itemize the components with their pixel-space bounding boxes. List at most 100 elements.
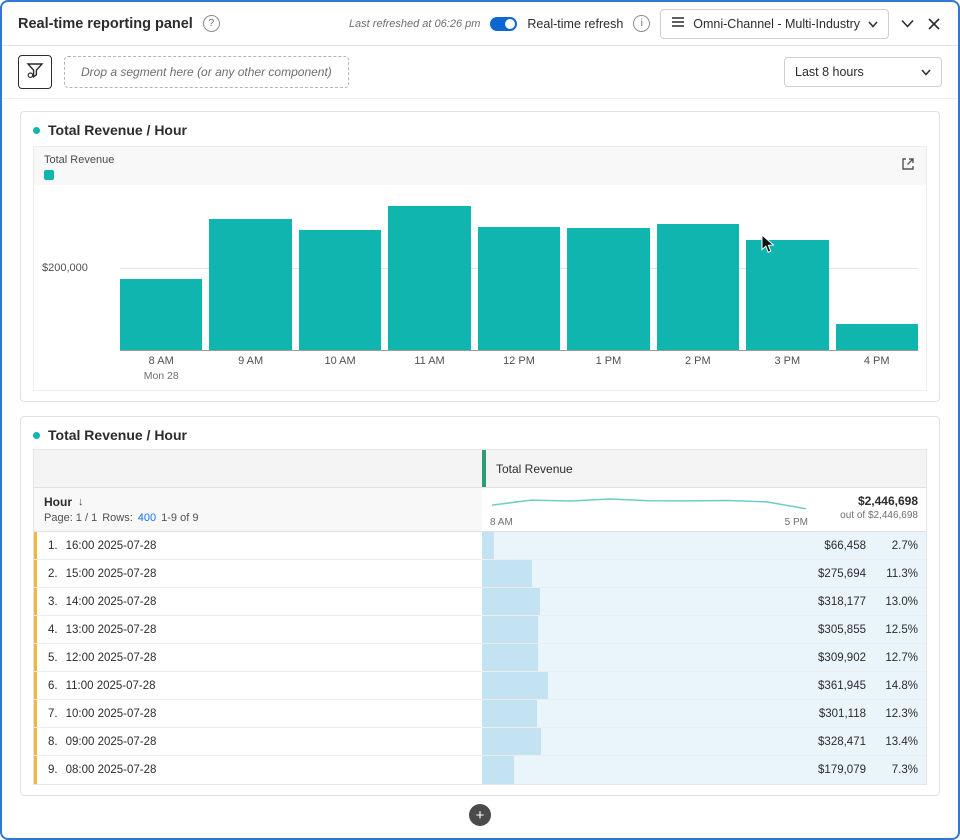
cell-bar-fill xyxy=(482,532,494,559)
revenue-value: $328,471 xyxy=(818,735,866,748)
hour-value: 12:00 2025-07-28 xyxy=(65,651,157,664)
revenue-value: $318,177 xyxy=(818,595,866,608)
data-view-select[interactable]: Omni-Channel - Multi-Industry xyxy=(660,8,889,39)
chart-bar[interactable] xyxy=(835,191,918,350)
export-chart-icon[interactable] xyxy=(898,154,918,174)
realtime-reporting-window: Real-time reporting panel ? Last refresh… xyxy=(0,0,960,840)
table-row[interactable]: 8. 09:00 2025-07-28 $328,471 13.4% xyxy=(34,728,926,756)
revenue-percent: 12.5% xyxy=(885,623,918,636)
row-number: 9. xyxy=(48,764,58,776)
realtime-refresh-label: Real-time refresh xyxy=(527,16,624,31)
metric-summary-cell: 8 AM 5 PM $2,446,698 out of $2,446,698 xyxy=(482,488,926,531)
chart-bar[interactable] xyxy=(209,191,292,350)
revenue-cell: $66,458 2.7% xyxy=(482,532,926,559)
total-value: $2,446,698 xyxy=(857,494,918,508)
legend-color-swatch xyxy=(44,170,54,180)
revenue-percent: 13.4% xyxy=(885,735,918,748)
rows-per-page-link[interactable]: 400 xyxy=(138,512,156,524)
revenue-cell: $361,945 14.8% xyxy=(482,672,926,699)
panel-accent-dot xyxy=(33,431,40,439)
chart-bar[interactable] xyxy=(477,191,561,350)
close-icon[interactable] xyxy=(926,16,942,32)
hour-cell: 7. 10:00 2025-07-28 xyxy=(34,700,482,727)
chart-bar[interactable] xyxy=(656,191,740,350)
bar-fill xyxy=(298,230,382,350)
metric-column-header[interactable]: Total Revenue xyxy=(482,450,926,487)
revenue-percent: 13.0% xyxy=(885,595,918,608)
bar-fill xyxy=(656,223,740,350)
row-range-indicator: 1-9 of 9 xyxy=(161,512,199,524)
sparkline-start-label: 8 AM xyxy=(490,516,513,528)
revenue-value: $309,902 xyxy=(818,651,866,664)
dimension-label: Hour xyxy=(44,495,72,509)
hour-value: 13:00 2025-07-28 xyxy=(65,623,157,636)
hour-value: 16:00 2025-07-28 xyxy=(65,539,157,552)
revenue-cell: $305,855 12.5% xyxy=(482,616,926,643)
table-row[interactable]: 6. 11:00 2025-07-28 $361,945 14.8% xyxy=(34,672,926,700)
revenue-percent: 7.3% xyxy=(891,764,918,776)
table-row[interactable]: 9. 08:00 2025-07-28 $179,079 7.3% xyxy=(34,756,926,784)
last-refreshed-text: Last refreshed at 06:26 pm xyxy=(348,17,481,30)
sparkline-container: 8 AM 5 PM xyxy=(488,491,810,529)
chart-panel-header: Total Revenue / Hour xyxy=(21,112,939,142)
bar-fill xyxy=(209,219,292,350)
table-row[interactable]: 4. 13:00 2025-07-28 $305,855 12.5% xyxy=(34,616,926,644)
table-row[interactable]: 3. 14:00 2025-07-28 $318,177 13.0% xyxy=(34,588,926,616)
segment-filter-button[interactable] xyxy=(18,55,52,89)
info-icon[interactable]: i xyxy=(633,15,651,32)
x-axis-line xyxy=(120,350,918,351)
time-range-select[interactable]: Last 8 hours xyxy=(784,57,942,87)
hour-value: 15:00 2025-07-28 xyxy=(65,567,157,580)
chart-plot-area: $200,000 xyxy=(34,187,926,351)
revenue-value: $361,945 xyxy=(818,679,866,692)
row-number: 2. xyxy=(48,567,58,580)
row-number: 6. xyxy=(48,679,58,692)
realtime-refresh-toggle[interactable] xyxy=(490,16,518,31)
add-visualization-button[interactable]: + xyxy=(469,804,491,826)
toggle-knob xyxy=(505,18,516,29)
chart-bar[interactable] xyxy=(746,191,829,350)
chart-bar[interactable] xyxy=(388,191,471,350)
chart-card: Total Revenue $200,000 8 AM Mon 28 9 AM 10 … xyxy=(33,146,927,391)
hour-value: 08:00 2025-07-28 xyxy=(65,764,157,776)
x-axis-label: 3 PM xyxy=(774,355,801,367)
revenue-value: $275,694 xyxy=(818,567,866,580)
page-indicator: Page: 1 / 1 xyxy=(44,512,98,524)
bar-fill xyxy=(835,323,918,350)
revenue-cell: $309,902 12.7% xyxy=(482,644,926,671)
hour-cell: 3. 14:00 2025-07-28 xyxy=(34,588,482,615)
help-icon[interactable]: ? xyxy=(202,15,220,32)
x-axis-label: 12 PM xyxy=(503,355,535,367)
y-axis-tick-label: $200,000 xyxy=(42,262,88,274)
chart-bar[interactable] xyxy=(120,191,203,350)
table-row[interactable]: 2. 15:00 2025-07-28 $275,694 11.3% xyxy=(34,560,926,588)
panel-accent-dot xyxy=(33,126,40,134)
table-subheader-row: Hour ↓ Page: 1 / 1 Rows: 400 1-9 of 9 8 … xyxy=(34,488,926,532)
revenue-cell: $275,694 11.3% xyxy=(482,560,926,587)
hour-cell: 6. 11:00 2025-07-28 xyxy=(34,672,482,699)
table-row[interactable]: 5. 12:00 2025-07-28 $309,902 12.7% xyxy=(34,644,926,672)
revenue-percent: 11.3% xyxy=(886,567,918,580)
table-row[interactable]: 1. 16:00 2025-07-28 $66,458 2.7% xyxy=(34,532,926,560)
hour-sort-header[interactable]: Hour ↓ xyxy=(44,495,472,509)
pagination: Page: 1 / 1 Rows: 400 1-9 of 9 xyxy=(44,512,472,524)
cell-bar-fill xyxy=(482,644,539,671)
chart-panel: Total Revenue / Hour Total Revenue $200,… xyxy=(20,111,940,402)
table-row[interactable]: 7. 10:00 2025-07-28 $301,118 12.3% xyxy=(34,700,926,728)
hour-cell: 8. 09:00 2025-07-28 xyxy=(34,728,482,755)
cell-bar-fill xyxy=(482,616,538,643)
segment-drop-zone[interactable]: Drop a segment here (or any other compon… xyxy=(64,56,349,88)
collapse-panel-icon[interactable] xyxy=(899,17,916,30)
x-axis-label: 11 AM xyxy=(414,355,445,367)
x-axis-label: 1 PM xyxy=(595,355,622,367)
hour-value: 11:00 2025-07-28 xyxy=(65,679,156,692)
table-header-row: Total Revenue xyxy=(34,450,926,488)
chart-legend: Total Revenue xyxy=(34,147,926,185)
dimension-header-cell xyxy=(34,450,482,487)
x-axis-label: 8 AM Mon 28 xyxy=(143,355,179,382)
chart-bar[interactable] xyxy=(298,191,382,350)
topbar: Real-time reporting panel ? Last refresh… xyxy=(2,2,958,46)
table-panel-header: Total Revenue / Hour xyxy=(21,417,939,447)
chart-bar[interactable] xyxy=(567,191,650,350)
sort-descending-icon: ↓ xyxy=(78,496,84,508)
